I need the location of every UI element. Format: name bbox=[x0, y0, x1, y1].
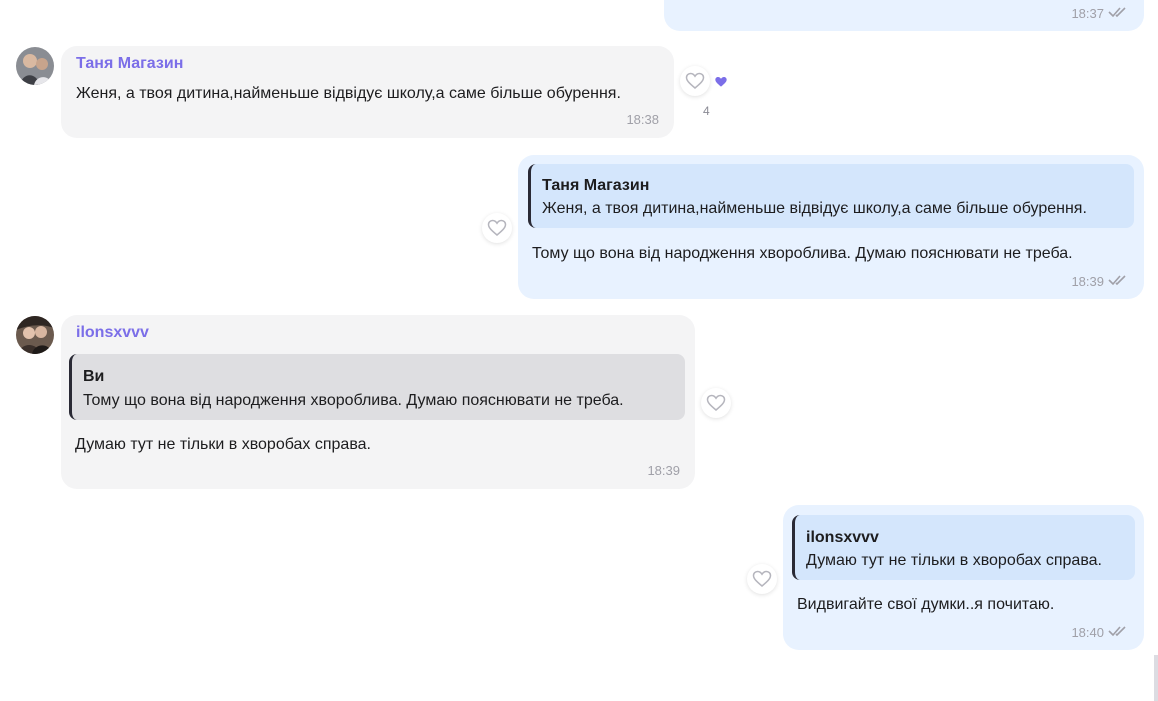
heart-outline-icon bbox=[487, 219, 507, 236]
reply-quote[interactable]: Таня Магазин Женя, а твоя дитина,наймень… bbox=[528, 164, 1134, 228]
double-check-icon bbox=[1108, 7, 1126, 18]
heart-filled-icon[interactable] bbox=[714, 76, 728, 88]
quote-text: Женя, а твоя дитина,найменьше відвідує ш… bbox=[542, 200, 1087, 217]
heart-outline-icon bbox=[752, 570, 772, 587]
message-time: 18:38 bbox=[626, 112, 659, 127]
avatar[interactable] bbox=[16, 316, 54, 354]
double-check-icon bbox=[1108, 626, 1126, 637]
chat-message-list[interactable]: 18:37 Таня Магазин Женя, а твоя дитина,н… bbox=[0, 0, 1158, 701]
reply-quote[interactable]: Ви Тому що вона від народження хвороблив… bbox=[69, 354, 685, 420]
reaction-count: 4 bbox=[703, 104, 710, 118]
message-time: 18:39 bbox=[647, 463, 680, 478]
message-incoming[interactable]: Таня Магазин Женя, а твоя дитина,наймень… bbox=[61, 46, 674, 138]
avatar[interactable] bbox=[16, 47, 54, 85]
reaction-button[interactable] bbox=[701, 388, 731, 418]
reaction-button[interactable] bbox=[482, 213, 512, 243]
quote-author: Ви bbox=[83, 368, 105, 385]
sender-name[interactable]: Таня Магазин bbox=[76, 55, 183, 73]
message-text: Тому що вона від народження хвороблива. … bbox=[532, 245, 1073, 262]
message-outgoing[interactable]: Таня Магазин Женя, а твоя дитина,наймень… bbox=[518, 155, 1144, 299]
message-text: Думаю тут не тільки в хворобах справа. bbox=[75, 436, 371, 453]
message-text: Женя, а твоя дитина,найменьше відвідує ш… bbox=[76, 85, 621, 102]
message-outgoing[interactable]: 18:37 bbox=[664, 0, 1144, 31]
heart-outline-icon bbox=[685, 72, 705, 89]
quote-text: Думаю тут не тільки в хворобах справа. bbox=[806, 552, 1102, 569]
sender-name[interactable]: ilonsxvvv bbox=[76, 324, 149, 342]
reply-quote[interactable]: ilonsxvvv Думаю тут не тільки в хворобах… bbox=[792, 515, 1135, 580]
double-check-icon bbox=[1108, 275, 1126, 286]
message-time: 18:37 bbox=[1071, 6, 1104, 21]
heart-outline-icon bbox=[706, 394, 726, 411]
message-time: 18:40 bbox=[1071, 625, 1104, 640]
reaction-button[interactable] bbox=[747, 564, 777, 594]
message-time: 18:39 bbox=[1071, 274, 1104, 289]
message-incoming[interactable]: ilonsxvvv Ви Тому що вона від народження… bbox=[61, 315, 695, 489]
message-outgoing[interactable]: ilonsxvvv Думаю тут не тільки в хворобах… bbox=[783, 505, 1144, 650]
reaction-button[interactable] bbox=[680, 66, 710, 96]
quote-author: Таня Магазин bbox=[542, 177, 650, 194]
quote-text: Тому що вона від народження хвороблива. … bbox=[83, 392, 624, 409]
scrollbar[interactable] bbox=[1154, 655, 1158, 701]
message-text: Видвигайте свої думки..я почитаю. bbox=[797, 596, 1055, 613]
quote-author: ilonsxvvv bbox=[806, 529, 879, 546]
